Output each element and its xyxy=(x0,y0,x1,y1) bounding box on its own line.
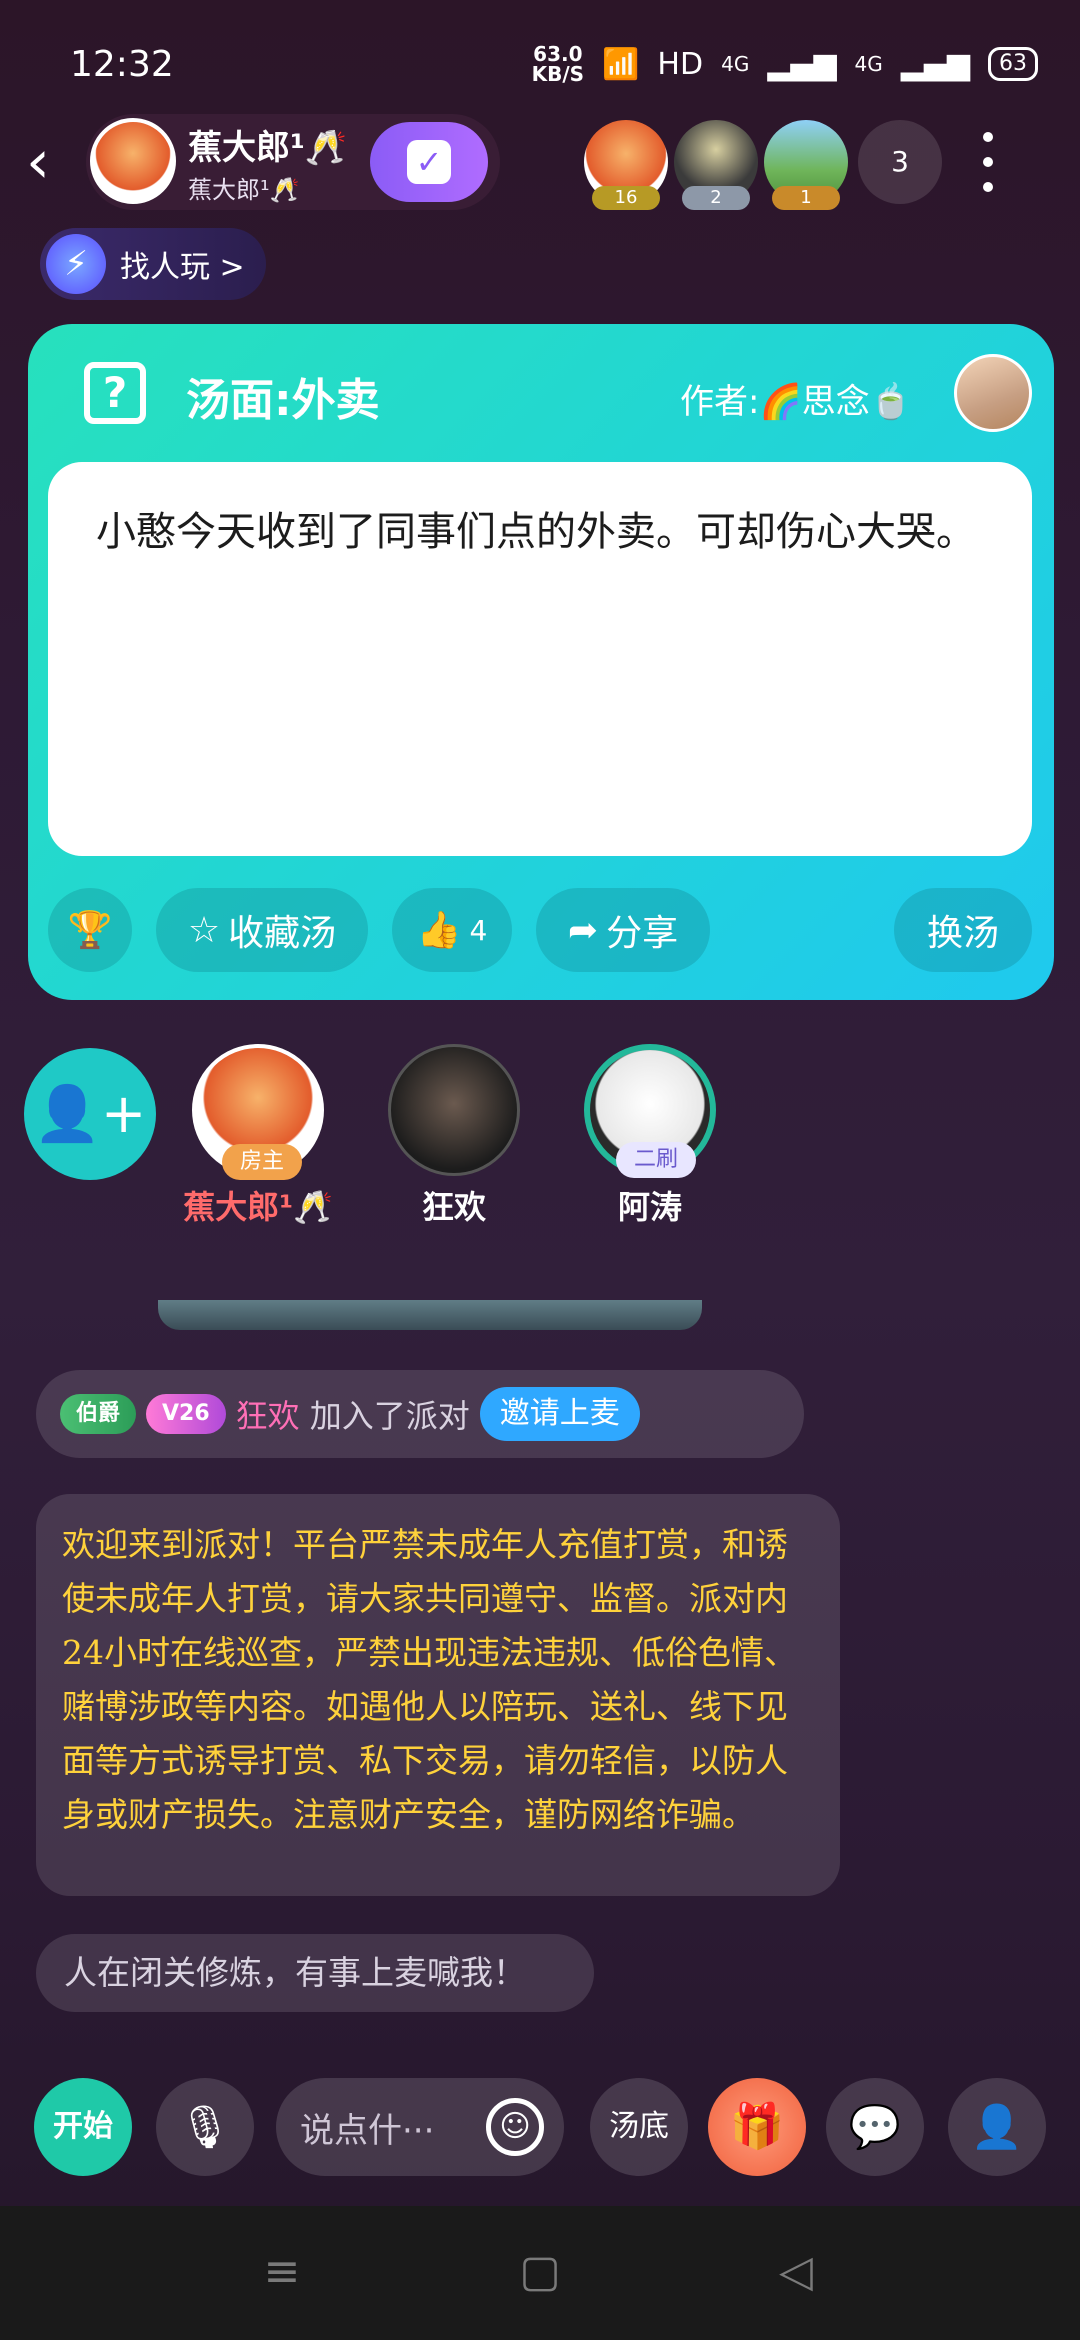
menu-nav-icon[interactable]: ≡ xyxy=(252,2242,312,2302)
puzzle-author[interactable]: 作者:🌈思念🍵 xyxy=(680,374,912,423)
seat-avatar-3[interactable]: 二刷 xyxy=(584,1044,716,1178)
viewer-badge: 16 xyxy=(592,186,660,210)
chat-button[interactable]: 💬 xyxy=(826,2078,924,2176)
star-icon: ☆ xyxy=(187,909,221,951)
add-friend-button[interactable]: 👤 xyxy=(948,2078,1046,2176)
signal-4g-2: 4G xyxy=(854,52,883,76)
seat-tag-host: 房主 xyxy=(222,1144,302,1180)
collect-label: 收藏汤 xyxy=(228,913,337,954)
microphone-button[interactable]: 🎙 xyxy=(156,2078,254,2176)
back-arrow-icon[interactable]: ‹ xyxy=(26,132,74,192)
puzzle-text: 小憨今天收到了同事们点的外卖。可却伤心大哭。 xyxy=(96,509,976,555)
viewer-avatar[interactable]: 2 xyxy=(674,120,758,210)
system-join-message: 伯爵 V26 狂欢 加入了派对 邀请上麦 xyxy=(36,1370,804,1458)
signal-icon: ▂▄▆ xyxy=(767,46,837,82)
seat-tag-3: 二刷 xyxy=(616,1142,696,1178)
add-seat-button[interactable]: 👤+ xyxy=(24,1048,156,1180)
vip-badge: V26 xyxy=(146,1394,226,1434)
seat-panel-handle[interactable] xyxy=(158,1300,702,1330)
back-nav-icon[interactable]: ◁ xyxy=(766,2242,826,2302)
puzzle-title: 汤面:外卖 xyxy=(186,375,380,426)
viewer-avatar[interactable]: 16 xyxy=(584,120,668,210)
seat-name-host: 蕉大郎¹🥂 xyxy=(183,1188,333,1226)
find-people-label: 找人玩 > xyxy=(120,250,245,285)
like-button[interactable]: 👍 4 xyxy=(392,888,512,972)
battery-indicator: 63 xyxy=(988,47,1038,81)
seat-name-2: 狂欢 xyxy=(421,1188,486,1226)
checkin-icon: ✓ xyxy=(407,140,451,184)
like-count: 4 xyxy=(469,913,488,947)
host-subtitle: 蕉大郎¹🥂 xyxy=(188,176,300,204)
trophy-icon: 🏆 xyxy=(67,910,113,951)
hd-label: HD xyxy=(657,46,704,82)
soup-bottom-button[interactable]: 汤底 xyxy=(590,2078,688,2176)
add-user-icon: 👤+ xyxy=(33,1082,147,1145)
status-time: 12:32 xyxy=(70,44,174,85)
chat-icon: 💬 xyxy=(848,2102,902,2151)
chat-message: 人在闭关修炼，有事上麦喊我！ xyxy=(36,1934,594,2012)
viewer-badge: 1 xyxy=(772,186,840,210)
viewer-badge: 2 xyxy=(682,186,750,210)
wifi-icon: 📶 xyxy=(602,46,640,82)
change-soup-button[interactable]: 换汤 xyxy=(894,888,1032,972)
seat-avatar-2[interactable] xyxy=(388,1044,520,1176)
status-bar: 12:32 63.0 KB/S 📶 HD 4G ▂▄▆ 4G ▂▄▆ 63 xyxy=(0,0,1080,120)
host-avatar[interactable] xyxy=(90,118,176,204)
gift-button[interactable]: 🎁 xyxy=(708,2078,806,2176)
start-button[interactable]: 开始 xyxy=(34,2078,132,2176)
join-text: 加入了派对 xyxy=(309,1397,470,1435)
status-icons: 63.0 KB/S 📶 HD 4G ▂▄▆ 4G ▂▄▆ 63 xyxy=(532,44,1038,84)
thumbs-up-icon: 👍 xyxy=(416,910,462,951)
collect-soup-button[interactable]: ☆ 收藏汤 xyxy=(156,888,368,972)
viewer-count[interactable]: 3 xyxy=(858,120,942,204)
signal-icon: ▂▄▆ xyxy=(900,46,970,82)
chat-input-placeholder: 说点什··· xyxy=(300,2110,435,2151)
seat-avatar-host[interactable]: 房主 xyxy=(192,1044,324,1180)
find-people-button[interactable]: ⚡ 找人玩 > xyxy=(40,228,266,300)
home-nav-icon[interactable]: ▢ xyxy=(510,2242,570,2302)
network-speed: 63.0 KB/S xyxy=(531,42,585,86)
share-label: 分享 xyxy=(606,913,679,954)
join-user-name[interactable]: 狂欢 xyxy=(236,1391,300,1437)
change-label: 换汤 xyxy=(926,913,999,954)
question-icon: ? xyxy=(84,362,146,424)
lightning-icon: ⚡ xyxy=(46,234,106,294)
add-user-icon: 👤 xyxy=(970,2102,1024,2151)
share-button[interactable]: ➦ 分享 xyxy=(536,888,710,972)
microphone-icon: 🎙 xyxy=(178,2102,232,2151)
checkin-button[interactable]: ✓ xyxy=(370,122,488,202)
trophy-button[interactable]: 🏆 xyxy=(48,888,132,972)
more-menu-icon[interactable] xyxy=(976,132,1000,192)
seat-name-3: 阿涛 xyxy=(617,1188,682,1226)
author-avatar[interactable] xyxy=(954,354,1032,432)
share-icon: ➦ xyxy=(567,909,599,951)
rank-badge: 伯爵 xyxy=(60,1394,137,1434)
platform-notice: 欢迎来到派对！平台严禁未成年人充值打赏，和诱使未成年人打赏，请大家共同遵守、监督… xyxy=(36,1494,840,1896)
invite-mic-button[interactable]: 邀请上麦 xyxy=(479,1387,640,1441)
chat-input[interactable]: 说点什··· ☺ xyxy=(276,2078,564,2176)
signal-4g-1: 4G xyxy=(721,52,750,76)
emoji-icon[interactable]: ☺ xyxy=(486,2098,544,2156)
host-name: 蕉大郎¹🥂 xyxy=(188,128,348,168)
viewer-avatar[interactable]: 1 xyxy=(764,120,848,210)
gift-icon: 🎁 xyxy=(729,2101,785,2152)
